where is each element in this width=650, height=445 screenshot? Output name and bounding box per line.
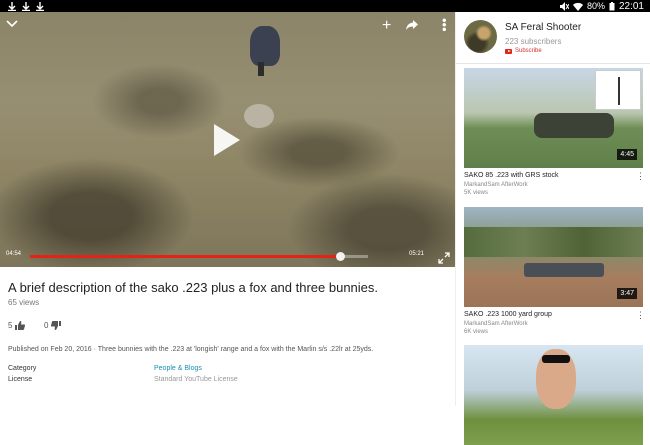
fullscreen-icon[interactable] bbox=[438, 252, 450, 264]
current-time: 04:54 bbox=[6, 251, 22, 257]
like-count: 5 bbox=[8, 321, 13, 330]
mute-icon bbox=[559, 1, 569, 11]
view-count: 65 views bbox=[8, 298, 40, 307]
thumbnail-image bbox=[464, 227, 643, 257]
video-info-panel: A brief description of the sako .223 plu… bbox=[0, 267, 455, 406]
related-video-views: 6K views bbox=[464, 329, 489, 335]
related-video-views: 5K views bbox=[464, 190, 489, 196]
related-video-thumbnail[interactable]: 3:47 bbox=[464, 207, 643, 307]
related-video-title[interactable]: SAKO 85 .223 with GRS stock bbox=[464, 172, 559, 179]
thumbnail-image bbox=[534, 113, 614, 138]
share-icon[interactable] bbox=[406, 20, 418, 30]
related-video-thumbnail[interactable]: 4:45 bbox=[464, 68, 643, 168]
video-frame-subject bbox=[258, 62, 264, 76]
related-video-author: MarkandSam AfterWork bbox=[464, 182, 528, 188]
thumbnail-image bbox=[524, 263, 604, 277]
video-duration-badge: 4:45 bbox=[617, 149, 637, 160]
related-video-menu-icon[interactable]: ⋮ bbox=[636, 171, 645, 182]
play-icon[interactable] bbox=[214, 124, 240, 156]
clock: 22:01 bbox=[618, 0, 644, 12]
video-description: Published on Feb 20, 2016 · Three bunnie… bbox=[8, 346, 374, 353]
channel-avatar[interactable] bbox=[464, 20, 497, 53]
seek-bar-progress bbox=[30, 255, 341, 258]
video-frame-subject bbox=[244, 104, 274, 128]
battery-level: 80% bbox=[586, 1, 605, 11]
wifi-icon bbox=[572, 2, 583, 11]
meta-label-category: Category bbox=[8, 365, 37, 372]
seek-bar[interactable] bbox=[30, 252, 368, 261]
meta-label-license: License bbox=[8, 376, 33, 383]
youtube-logo-icon bbox=[505, 48, 512, 54]
add-to-playlist-icon[interactable]: + bbox=[382, 18, 391, 34]
dislike-button[interactable]: 0 bbox=[44, 321, 62, 330]
minimize-chevron-icon[interactable] bbox=[6, 20, 18, 28]
more-options-icon[interactable]: ••• bbox=[437, 18, 452, 32]
related-video-menu-icon[interactable]: ⋮ bbox=[636, 310, 645, 321]
channel-name[interactable]: SA Feral Shooter bbox=[505, 22, 581, 33]
related-video-title[interactable]: SAKO .223 1000 yard group bbox=[464, 311, 552, 318]
duration: 05:21 bbox=[409, 251, 425, 257]
related-video-author: MarkandSam AfterWork bbox=[464, 321, 528, 327]
subscriber-count: 223 subscribers bbox=[505, 37, 562, 46]
subscribe-label: Subscribe bbox=[515, 48, 542, 54]
download-icon bbox=[8, 1, 16, 11]
related-sidebar: SA Feral Shooter 223 subscribers Subscri… bbox=[455, 12, 650, 445]
video-frame-subject bbox=[250, 26, 280, 66]
category-link[interactable]: People & Blogs bbox=[154, 365, 202, 372]
video-player[interactable]: + ••• 04:54 05:21 bbox=[0, 12, 455, 267]
thumbnail-image bbox=[595, 70, 641, 110]
license-value: Standard YouTube License bbox=[154, 376, 238, 383]
download-icon bbox=[22, 1, 30, 11]
divider bbox=[456, 63, 650, 64]
subscribe-button[interactable]: Subscribe bbox=[505, 48, 542, 54]
related-video-thumbnail[interactable] bbox=[464, 345, 643, 445]
thumbs-up-icon bbox=[15, 321, 26, 330]
dislike-count: 0 bbox=[44, 321, 49, 330]
status-bar: 80% 22:01 bbox=[0, 0, 650, 12]
like-button[interactable]: 5 bbox=[8, 321, 26, 330]
video-title: A brief description of the sako .223 plu… bbox=[8, 280, 379, 295]
battery-icon bbox=[609, 1, 615, 10]
video-duration-badge: 3:47 bbox=[617, 288, 637, 299]
seek-bar-handle[interactable] bbox=[336, 252, 346, 261]
thumbs-down-icon bbox=[51, 321, 62, 330]
download-icon bbox=[36, 1, 44, 11]
thumbnail-image bbox=[542, 355, 570, 363]
